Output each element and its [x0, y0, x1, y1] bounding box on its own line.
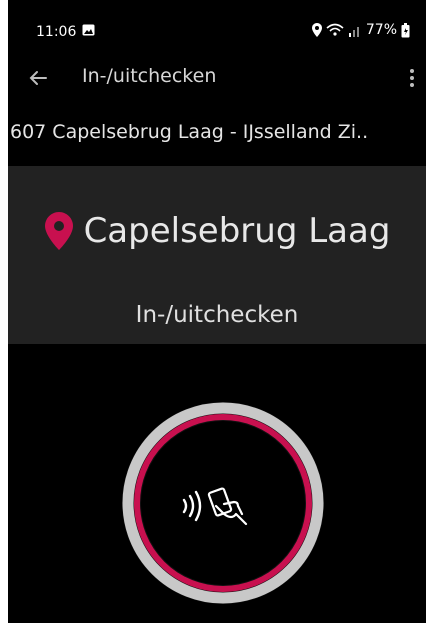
contactless-card-icon — [182, 487, 248, 526]
status-time: 11:06 — [36, 24, 77, 40]
status-bar: 11:06 77% — [8, 0, 426, 44]
route-label: 607 Capelsebrug Laag - IJsselland Zi.. — [10, 121, 369, 143]
back-button[interactable] — [22, 62, 54, 94]
page-title: In-/uitchecken — [82, 65, 217, 87]
image-notification-icon — [82, 24, 95, 36]
app-bar: In-/uitchecken — [8, 56, 426, 100]
wifi-icon — [326, 23, 344, 36]
checkin-button[interactable] — [122, 402, 324, 604]
more-options-button[interactable] — [400, 62, 424, 94]
stop-panel: Capelsebrug Laag In-/uitchecken — [8, 166, 426, 344]
signal-icon — [348, 27, 359, 37]
battery-icon — [401, 22, 410, 37]
status-indicators: 77% — [311, 22, 410, 38]
stop-name: Capelsebrug Laag — [83, 211, 391, 251]
stop-heading: Capelsebrug Laag — [8, 204, 426, 258]
app-screen: 11:06 77% In-/uitchecken 607 Capelsebrug… — [8, 0, 426, 623]
map-pin-icon — [44, 212, 73, 250]
location-status-icon — [311, 23, 322, 37]
action-label: In-/uitchecken — [135, 302, 299, 328]
battery-percent: 77% — [365, 22, 397, 38]
